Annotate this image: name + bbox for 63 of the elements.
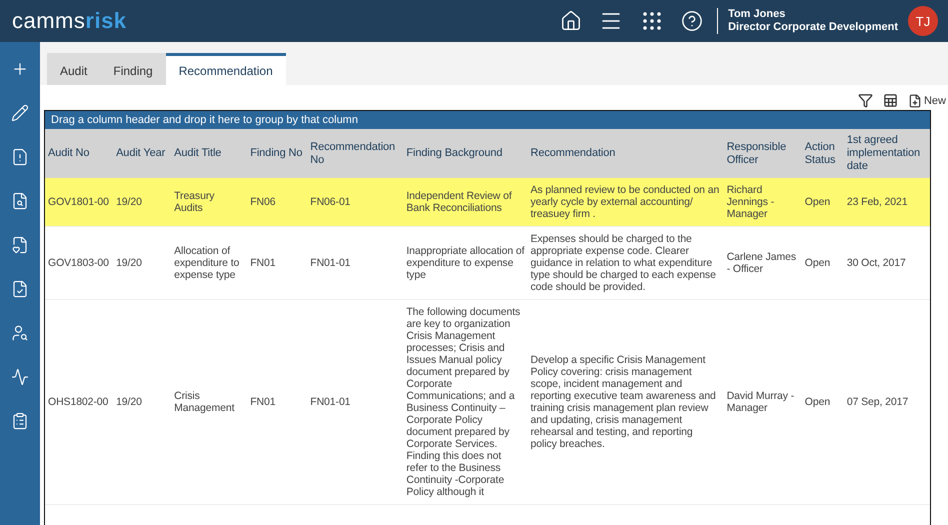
table-cell: GOV1803-00 xyxy=(45,226,114,300)
table-cell: Inappropriate allocation of expenditure to expense type xyxy=(403,226,528,300)
tab[interactable]: Recommendation xyxy=(166,53,286,85)
person-search-icon[interactable] xyxy=(11,324,29,342)
table-cell: Independent Review of Bank Reconciliations xyxy=(403,178,528,226)
tab[interactable]: Finding xyxy=(100,53,166,85)
trend-line-icon[interactable] xyxy=(11,368,29,386)
tab[interactable]: Audit xyxy=(47,53,100,85)
table-cell: FN01 xyxy=(247,226,308,300)
pencil-icon[interactable] xyxy=(11,104,29,122)
table-cell: Richard Jennings - Manager xyxy=(724,178,802,226)
table-cell: The following documents are key to organization Crisis Management processes; Crisis and Issues Manual policy document prepared by Corporate Communications; and a Business Continuity – Corporate Policy document prepared by Corporate Services. Finding this does not refer to the Business Continuity -Corporate Policy although it xyxy=(403,300,528,504)
column-header[interactable]: Action Status xyxy=(802,129,844,178)
table-cell: Crisis Management xyxy=(171,300,248,504)
table-cell: FN01 xyxy=(247,300,308,504)
table-cell: Treasury Audits xyxy=(171,178,248,226)
table-cell: GOV1801-00 xyxy=(45,178,114,226)
table-cell: 19/20 xyxy=(113,178,172,226)
table-cell: FN01-01 xyxy=(307,226,404,300)
table-row[interactable] xyxy=(45,300,930,504)
table-cell: 30 Oct, 2017 xyxy=(844,226,930,300)
table-cell: David Murray - Manager xyxy=(724,300,802,504)
table-cell: OHS1802-00 xyxy=(45,300,114,504)
clipboard-icon[interactable] xyxy=(11,412,29,430)
table-cell: 07 Sep, 2017 xyxy=(844,300,930,504)
help-icon[interactable] xyxy=(681,10,704,32)
table-cell: 19/20 xyxy=(113,226,172,300)
column-header[interactable]: Finding Background xyxy=(403,129,528,178)
table-cell: Open xyxy=(802,226,844,300)
table-cell: Carlene James - Officer xyxy=(724,226,802,300)
table-cell: As planned review to be conducted on an yearly cycle by external accounting/ treasuey firm . xyxy=(527,178,724,226)
column-header[interactable]: Finding No xyxy=(247,129,308,178)
table-cell: Open xyxy=(802,300,844,504)
group-panel: Drag a column header and drop it here to group by that column xyxy=(45,111,930,129)
column-header[interactable]: Audit Title xyxy=(171,129,248,178)
home-icon[interactable] xyxy=(560,10,582,32)
column-header[interactable]: Responsible Officer xyxy=(724,129,802,178)
table-cell: FN06 xyxy=(247,178,308,226)
document-plus-icon xyxy=(908,94,922,108)
filter-icon[interactable] xyxy=(858,93,873,108)
document-warning-icon[interactable] xyxy=(11,148,29,166)
table-row[interactable] xyxy=(45,226,930,300)
table-cell: Open xyxy=(802,178,844,226)
user-name: Tom Jones xyxy=(728,8,786,21)
table-cell: Expenses should be charged to the appropriate expense code. Clearer guidance in relation to what expenditure type should be charged to each expense code should be provided. xyxy=(527,226,724,300)
user-avatar[interactable]: TJ xyxy=(908,6,938,36)
table-cell: FN06-01 xyxy=(307,178,404,226)
table-cell: 23 Feb, 2021 xyxy=(844,178,930,226)
document-icon[interactable] xyxy=(11,236,29,254)
document-search-icon[interactable] xyxy=(11,192,29,210)
column-header[interactable]: Recommendation xyxy=(527,129,724,178)
column-header[interactable]: 1st agreed implementation date xyxy=(844,129,930,178)
table-cell: Allocation of expenditure to expense type xyxy=(171,226,248,300)
document-check-icon[interactable] xyxy=(11,280,29,298)
new-button[interactable]: New xyxy=(908,94,946,108)
column-header[interactable]: Audit Year xyxy=(113,129,172,178)
table-cell: 19/20 xyxy=(113,300,172,504)
table-cell: FN01-01 xyxy=(307,300,404,504)
column-header[interactable]: Recommendation No xyxy=(307,129,404,178)
user-role: Director Corporate Development xyxy=(728,21,898,34)
cammsrisk-logo: cammsrisk xyxy=(12,8,128,34)
column-header[interactable]: Audit No xyxy=(45,129,114,178)
table-cell: Develop a specific Crisis Management Policy covering: crisis management scope, incident management and reporting executive team awareness and training crisis management plan review and updating, crisis management rehearsal and testing, and reporting policy breaches. xyxy=(527,300,724,504)
